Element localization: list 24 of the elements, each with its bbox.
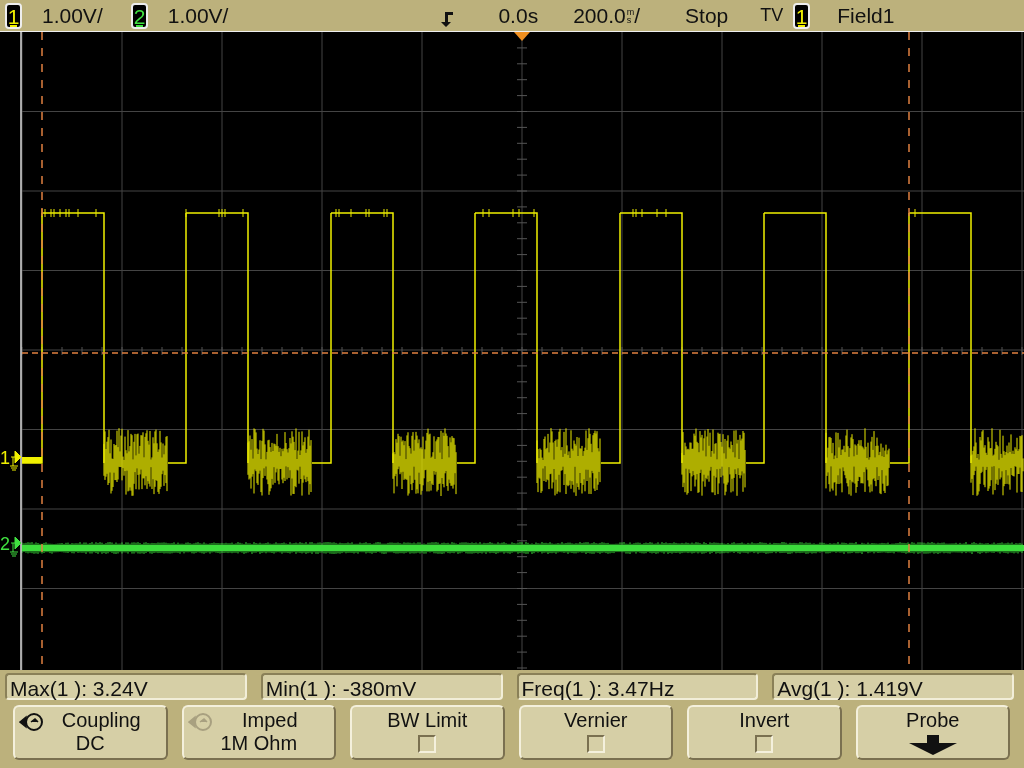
- trigger-field: Field1: [837, 3, 895, 28]
- channel-scale: 1.00V/: [167, 3, 229, 28]
- down-arrow-icon: [908, 735, 957, 755]
- softkey-button[interactable]: BW Limit: [350, 705, 505, 760]
- ground-arrow-icon[interactable]: [10, 449, 22, 473]
- measurement-readout: Freq(1 ): 3.47Hz: [516, 673, 759, 700]
- run-state: Stop: [685, 3, 729, 28]
- softkey-button[interactable]: Probe: [855, 705, 1010, 760]
- channel-marker: 2: [0, 535, 10, 553]
- softkey-button[interactable]: Invert: [687, 705, 842, 760]
- softkey-button[interactable]: Coupling DC: [13, 705, 168, 760]
- checkbox[interactable]: [755, 735, 774, 753]
- checkbox[interactable]: [586, 735, 605, 753]
- ground-arrow-icon[interactable]: [10, 535, 22, 559]
- measurement-readout: Avg(1 ): 1.419V: [772, 673, 1014, 700]
- softkey-button[interactable]: Vernier: [518, 705, 673, 760]
- channel-badge[interactable]: 1: [5, 2, 22, 29]
- checkbox[interactable]: [418, 735, 437, 753]
- measurement-readout: Min(1 ): -380mV: [260, 673, 503, 700]
- channel-marker: 1: [0, 449, 10, 467]
- time-reference: 0.0s: [498, 3, 539, 28]
- trigger-mode: TV: [760, 5, 784, 26]
- measurement-readout: Max(1 ): 3.24V: [5, 673, 247, 700]
- channel-scale: 1.00V/: [42, 3, 103, 28]
